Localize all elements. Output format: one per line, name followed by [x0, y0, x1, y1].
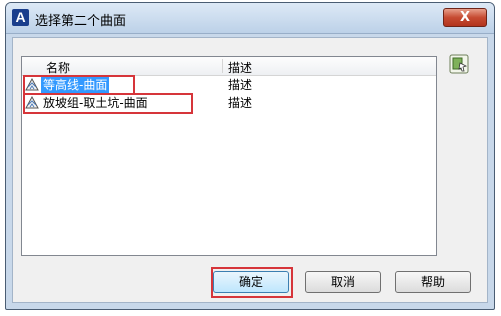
dialog-title: 选择第二个曲面: [35, 14, 127, 29]
select-from-drawing-icon[interactable]: [449, 54, 469, 74]
annotation-box-row-1: [23, 75, 135, 95]
dialog-window: A 选择第二个曲面 X 名称 描述 等高线-曲面 描述 放坡组-取土坑-曲面 描…: [5, 2, 495, 310]
cancel-button[interactable]: 取消: [305, 271, 381, 293]
list-item-description: 描述: [228, 96, 253, 110]
column-separator[interactable]: [222, 59, 223, 73]
autocad-logo-icon: A: [12, 9, 29, 26]
close-button[interactable]: X: [443, 8, 487, 27]
list-item-description: 描述: [228, 78, 253, 92]
column-header-name[interactable]: 名称: [46, 59, 70, 76]
list-header: 名称 描述: [22, 57, 436, 76]
help-button[interactable]: 帮助: [395, 271, 471, 293]
annotation-box-row-2: [23, 93, 193, 114]
column-header-description[interactable]: 描述: [228, 59, 252, 76]
title-bar[interactable]: A 选择第二个曲面 X: [6, 3, 494, 34]
annotation-box-ok: [211, 267, 293, 298]
dialog-body: 名称 描述 等高线-曲面 描述 放坡组-取土坑-曲面 描述 确定 取消 帮助: [12, 37, 488, 303]
